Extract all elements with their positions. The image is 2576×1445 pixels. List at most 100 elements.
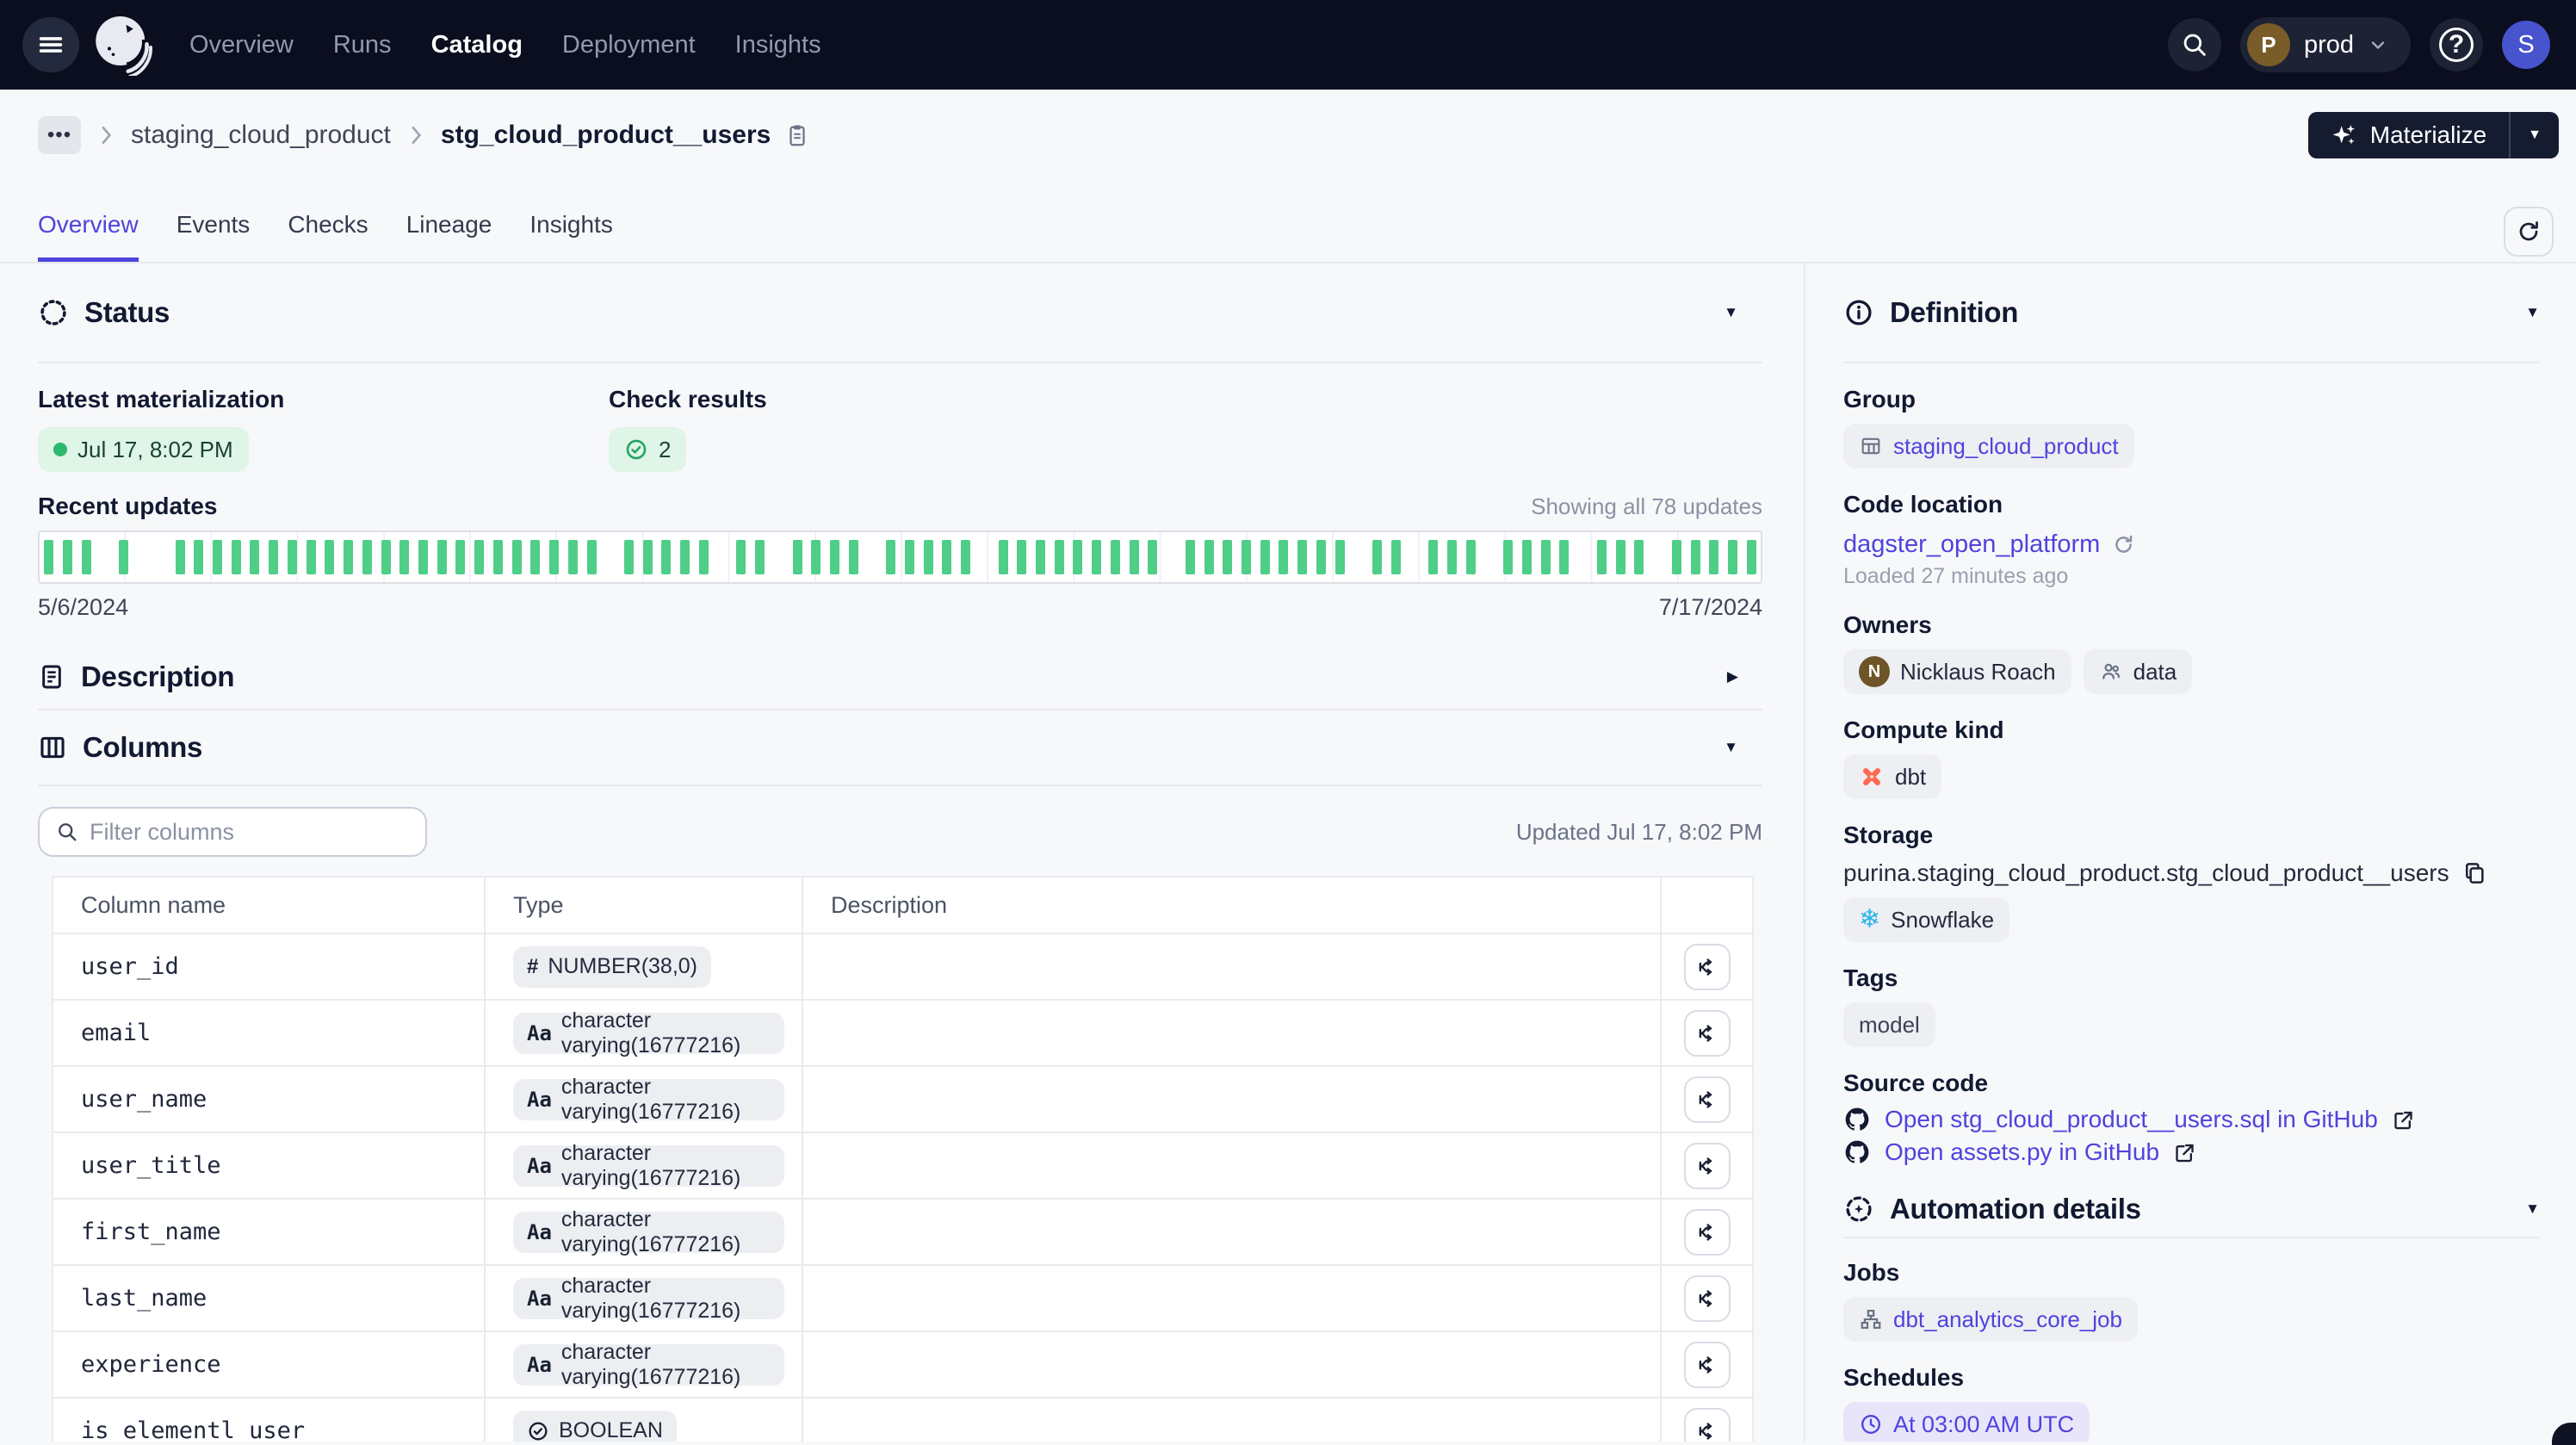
- nav-items: Overview Runs Catalog Deployment Insights: [189, 31, 821, 59]
- sparkle-icon: [2331, 121, 2358, 149]
- text-type-icon: Aa: [527, 1353, 552, 1377]
- column-lineage-button[interactable]: [1684, 1342, 1731, 1388]
- column-type-label: character varying(16777216): [561, 1340, 771, 1390]
- search-icon: [2180, 30, 2209, 59]
- update-bar: [924, 540, 933, 574]
- external-link-icon: [2392, 1108, 2415, 1132]
- source-code-link-label: Open stg_cloud_product__users.sql in Git…: [1885, 1106, 2378, 1133]
- recent-updates-chart[interactable]: [38, 530, 1762, 584]
- collapse-caret-icon[interactable]: ▼: [2525, 1200, 2540, 1218]
- collapse-caret-icon[interactable]: ▼: [1724, 304, 1738, 321]
- divider: [1843, 362, 2540, 363]
- filter-columns-input[interactable]: [90, 819, 410, 846]
- tab[interactable]: Checks: [288, 211, 368, 262]
- source-code-link[interactable]: Open stg_cloud_product__users.sql in Git…: [1843, 1106, 2540, 1133]
- latest-materialization-label: Latest materialization: [38, 386, 609, 413]
- check-results-pill[interactable]: 2: [609, 427, 686, 472]
- user-avatar[interactable]: S: [2502, 21, 2550, 69]
- update-bar: [1092, 540, 1101, 574]
- collapse-caret-icon[interactable]: ▼: [2525, 304, 2540, 321]
- nav-item[interactable]: Runs: [333, 31, 392, 59]
- nav-item[interactable]: Overview: [189, 31, 294, 59]
- column-lineage-button[interactable]: [1684, 1408, 1731, 1442]
- nav-item[interactable]: Insights: [735, 31, 821, 59]
- update-bar: [213, 540, 222, 574]
- update-bar: [399, 540, 409, 574]
- schedule-pill[interactable]: At 03:00 AM UTC: [1843, 1402, 2090, 1442]
- column-lineage-icon: [1694, 1418, 1720, 1442]
- description-section-header[interactable]: Description ▶: [0, 645, 1804, 709]
- update-bar: [437, 540, 447, 574]
- column-lineage-icon: [1694, 1286, 1720, 1312]
- job-pill[interactable]: dbt_analytics_core_job: [1843, 1297, 2138, 1342]
- nav-item[interactable]: Deployment: [562, 31, 696, 59]
- update-bar: [680, 540, 690, 574]
- copy-asset-name-icon[interactable]: [784, 121, 810, 149]
- update-bar: [1522, 540, 1532, 574]
- definition-section-header[interactable]: Definition ▼: [1843, 264, 2540, 362]
- tag-pill[interactable]: model: [1843, 1002, 1935, 1047]
- divider: [1843, 1237, 2540, 1238]
- materialize-button[interactable]: Materialize: [2308, 112, 2509, 158]
- update-bar: [1466, 540, 1476, 574]
- source-code-link[interactable]: Open assets.py in GitHub: [1843, 1138, 2540, 1166]
- update-bar: [568, 540, 578, 574]
- filter-columns-box[interactable]: [38, 807, 427, 857]
- group-pill[interactable]: staging_cloud_product: [1843, 424, 2134, 468]
- owner-user-pill[interactable]: N Nicklaus Roach: [1843, 649, 2071, 694]
- update-bar: [82, 540, 91, 574]
- update-bar: [269, 540, 278, 574]
- chart-start-date: 5/6/2024: [38, 594, 128, 621]
- latest-materialization-value: Jul 17, 8:02 PM: [77, 437, 233, 463]
- update-bar: [736, 540, 746, 574]
- update-bar: [1672, 540, 1681, 574]
- refresh-button[interactable]: [2504, 207, 2554, 257]
- search-button[interactable]: [2168, 18, 2221, 71]
- column-lineage-button[interactable]: [1684, 1010, 1731, 1057]
- update-bar: [1616, 540, 1625, 574]
- storage-kind-pill[interactable]: ❄ Snowflake: [1843, 897, 2009, 942]
- update-bar: [455, 540, 465, 574]
- deployment-switcher[interactable]: P prod: [2240, 17, 2411, 72]
- expand-caret-icon[interactable]: ▶: [1727, 668, 1738, 685]
- columns-toolbar: Updated Jul 17, 8:02 PM: [38, 807, 1762, 857]
- automation-section-header[interactable]: Automation details ▼: [1843, 1181, 2540, 1237]
- tab[interactable]: Insights: [529, 211, 613, 262]
- copy-icon[interactable]: [2461, 860, 2487, 886]
- help-button[interactable]: ?: [2430, 18, 2483, 71]
- columns-section-header[interactable]: Columns ▼: [0, 710, 1804, 785]
- column-lineage-button[interactable]: [1684, 1143, 1731, 1189]
- tab[interactable]: Events: [176, 211, 251, 262]
- breadcrumb-ellipsis-button[interactable]: •••: [38, 116, 81, 154]
- update-bar: [1372, 540, 1382, 574]
- materialize-dropdown-button[interactable]: ▼: [2511, 112, 2559, 158]
- nav-item[interactable]: Catalog: [431, 31, 523, 59]
- schedules-label: Schedules: [1843, 1364, 2540, 1392]
- update-bar: [1447, 540, 1457, 574]
- hamburger-menu-button[interactable]: [22, 17, 79, 72]
- code-location-link[interactable]: dagster_open_platform: [1843, 530, 2540, 559]
- update-bar: [849, 540, 858, 574]
- column-lineage-button[interactable]: [1684, 1076, 1731, 1123]
- update-bar: [1428, 540, 1438, 574]
- column-name: email: [81, 1020, 151, 1046]
- latest-materialization-pill[interactable]: Jul 17, 8:02 PM: [38, 427, 249, 472]
- status-section-header[interactable]: Status ▼: [0, 264, 1804, 362]
- collapse-caret-icon[interactable]: ▼: [1724, 739, 1738, 756]
- tab[interactable]: Lineage: [406, 211, 492, 262]
- column-lineage-button[interactable]: [1684, 944, 1731, 990]
- clock-icon: [1859, 1412, 1883, 1436]
- update-bar: [512, 540, 522, 574]
- breadcrumb-parent[interactable]: staging_cloud_product: [131, 121, 391, 150]
- tab[interactable]: Overview: [38, 211, 139, 262]
- recent-updates: Recent updates Showing all 78 updates 5/…: [38, 493, 1762, 621]
- help-icon: ?: [2439, 28, 2474, 62]
- column-lineage-icon: [1694, 1020, 1720, 1046]
- dagster-logo-icon[interactable]: [91, 14, 153, 76]
- update-bar: [1503, 540, 1513, 574]
- owner-team-pill[interactable]: data: [2084, 649, 2193, 694]
- column-lineage-button[interactable]: [1684, 1275, 1731, 1322]
- column-lineage-button[interactable]: [1684, 1209, 1731, 1256]
- update-bar: [624, 540, 634, 574]
- compute-kind-pill[interactable]: dbt: [1843, 754, 1941, 799]
